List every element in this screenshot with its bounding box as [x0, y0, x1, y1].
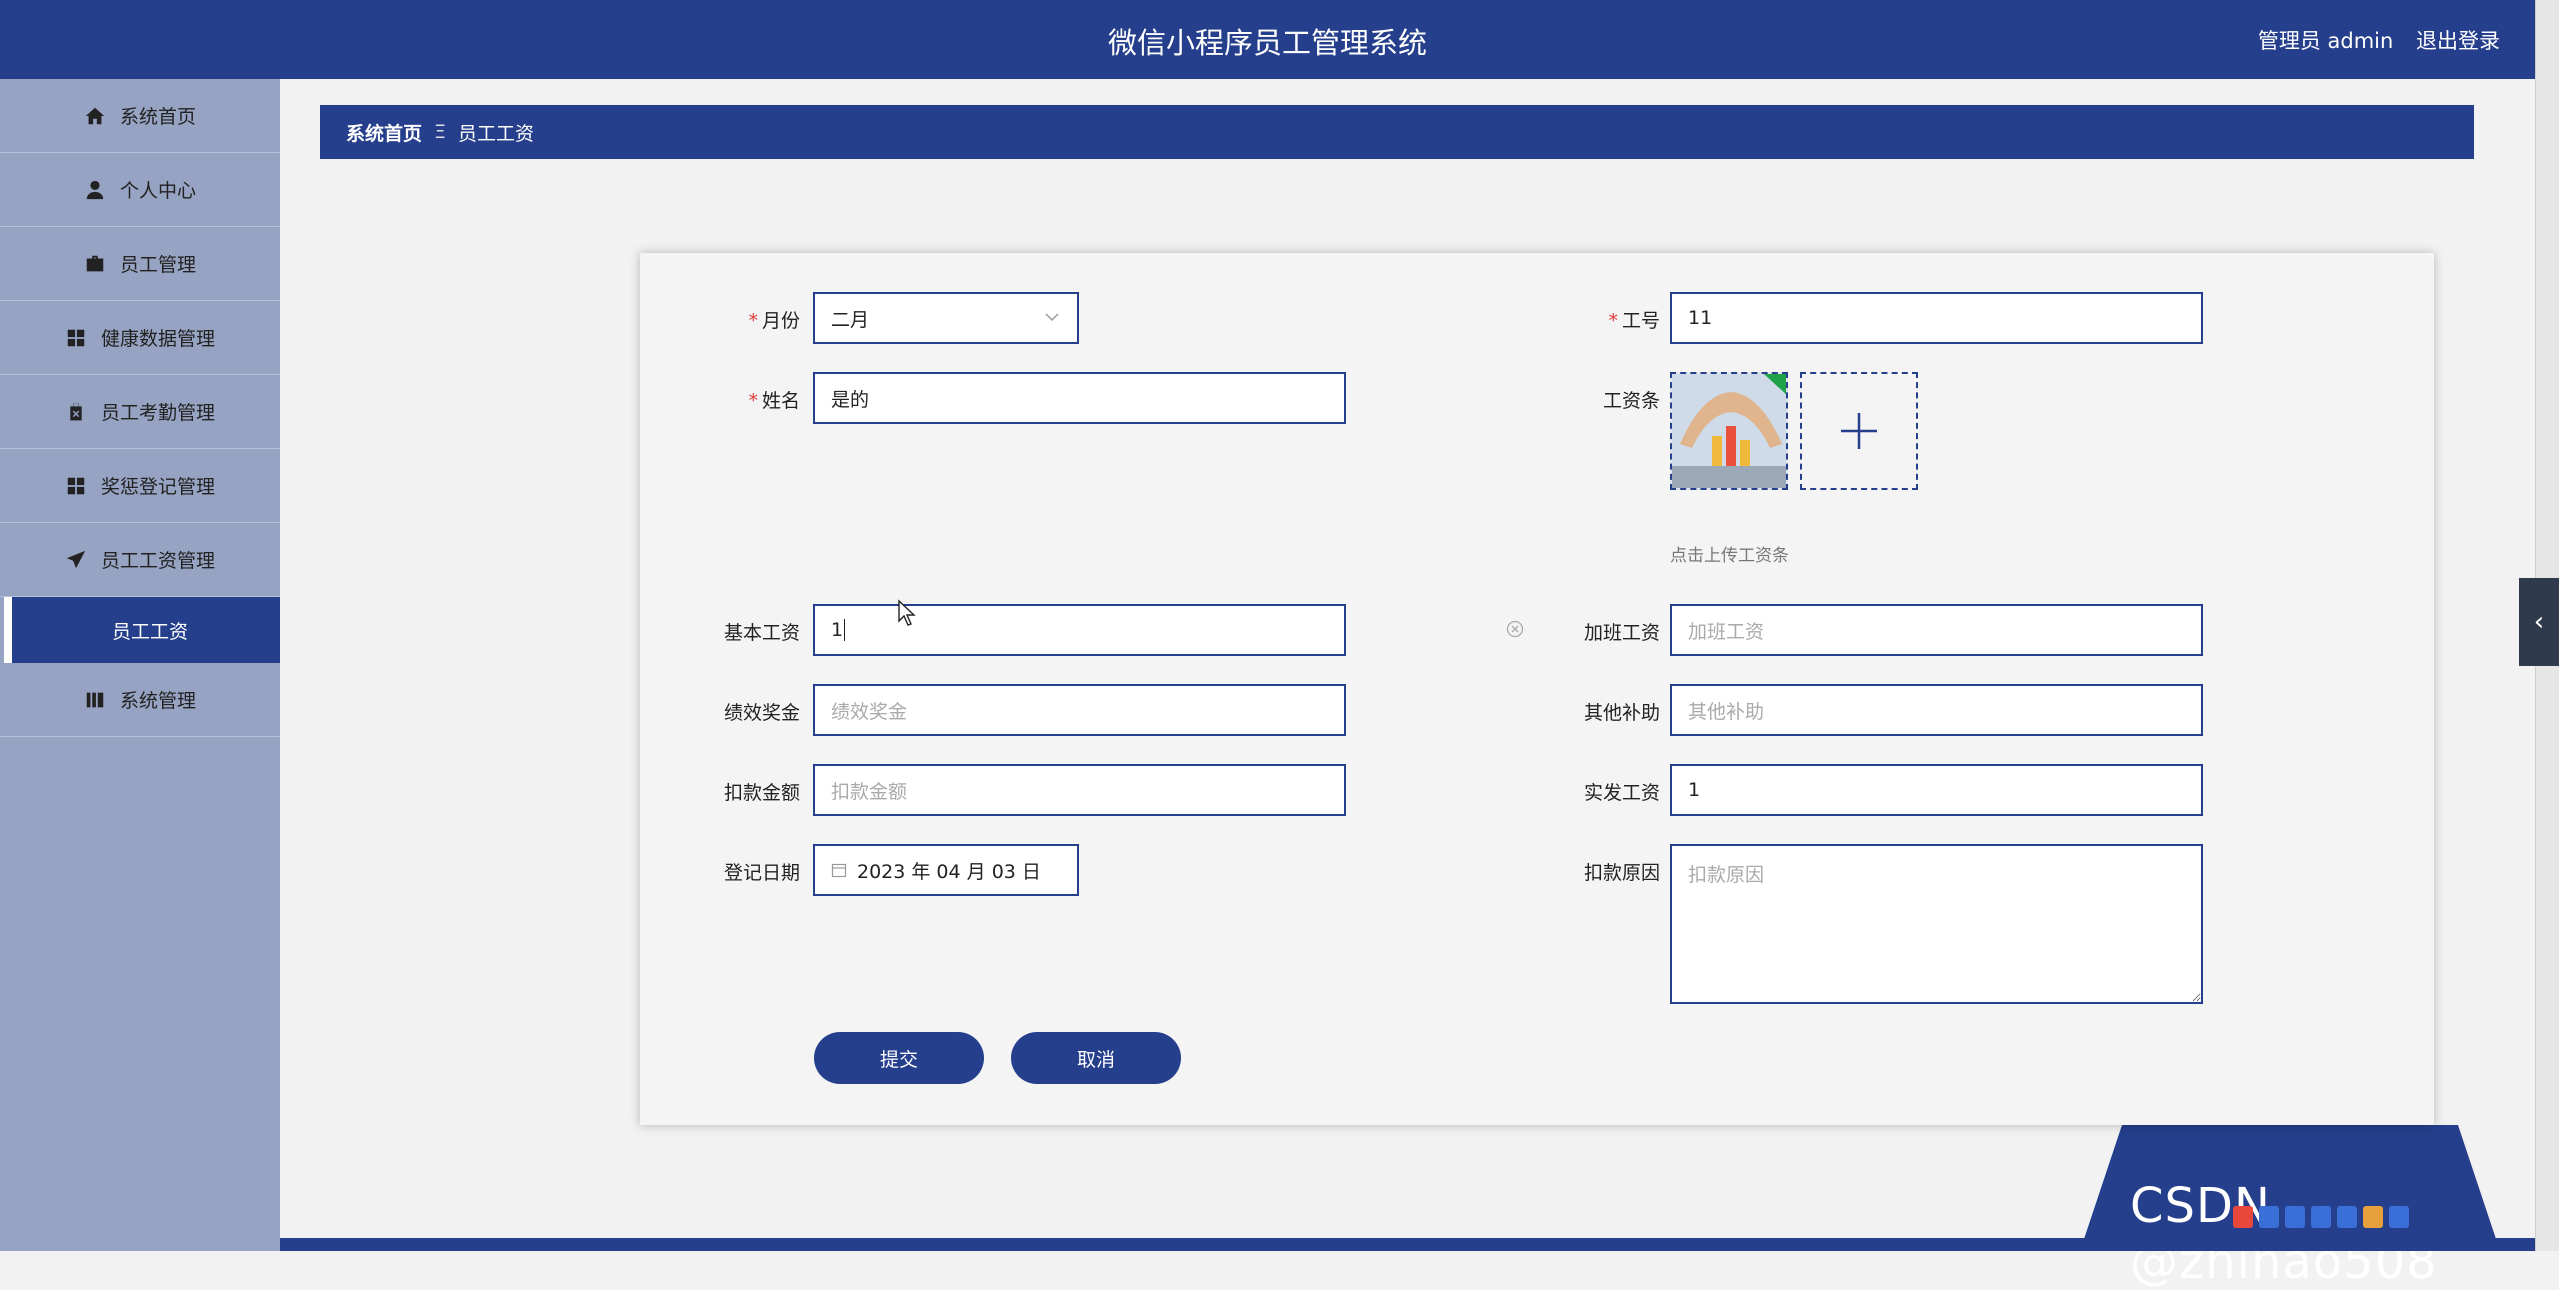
register-date-picker[interactable]: 2023 年 04 月 03 日	[813, 844, 1079, 896]
net-salary-input[interactable]: 1	[1670, 764, 2203, 816]
text-caret	[844, 619, 846, 641]
grid-icon[interactable]	[2389, 1206, 2409, 1228]
grid-icon	[67, 477, 85, 494]
emp-no-label: * 工号	[1608, 310, 1660, 332]
month-value: 二月	[831, 308, 870, 331]
emp-no-value: 11	[1688, 307, 1713, 329]
chevron-down-icon	[1045, 313, 1059, 322]
sidebar-item-label: 员工工资管理	[100, 550, 215, 572]
ime-icon[interactable]	[2259, 1206, 2279, 1228]
paper-plane-icon	[66, 550, 86, 568]
other-allowance-placeholder: 其他补助	[1688, 700, 1765, 723]
user-area: 管理员 admin 退出登录	[2242, 25, 2500, 55]
sidebar-item-rewards[interactable]: 奖惩登记管理	[0, 449, 280, 523]
register-date-value: 2023 年 04 月 03 日	[857, 860, 1041, 883]
sidebar-item-label: 个人中心	[119, 180, 196, 202]
watermark: CSDN @zhihao508	[2130, 1178, 2438, 1290]
month-select[interactable]: 二月	[813, 292, 1079, 344]
app-title: 微信小程序员工管理系统	[1107, 26, 1427, 60]
sidebar-item-system[interactable]: 系统管理	[0, 663, 280, 737]
base-salary-input[interactable]: 1	[813, 604, 1346, 656]
sidebar-item-employees[interactable]: 员工管理	[0, 227, 280, 301]
cancel-button[interactable]: 取消	[1011, 1032, 1181, 1084]
user-icon	[86, 180, 104, 199]
breadcrumb-home[interactable]: 系统首页	[346, 119, 422, 146]
net-salary-value: 1	[1688, 779, 1701, 801]
breadcrumb: 系统首页 Ξ 员工工资	[320, 105, 2474, 159]
overtime-input[interactable]: 加班工资	[1670, 604, 2203, 656]
briefcase-icon	[86, 255, 104, 271]
ime-icon[interactable]	[2285, 1206, 2305, 1228]
plus-icon	[1841, 413, 1877, 449]
logout-link[interactable]: 退出登录	[2416, 29, 2500, 53]
base-salary-label: 基本工资	[723, 622, 800, 644]
payslip-upload-button[interactable]	[1800, 372, 1918, 490]
ime-icon[interactable]	[2363, 1206, 2383, 1228]
name-input[interactable]: 是的	[813, 372, 1346, 424]
deduct-amount-placeholder: 扣款金额	[831, 780, 908, 803]
sidebar-item-attendance[interactable]: 员工考勤管理	[0, 375, 280, 449]
sidebar-item-health[interactable]: 健康数据管理	[0, 301, 280, 375]
sidebar-item-label: 员工考勤管理	[100, 402, 215, 424]
emp-no-input[interactable]: 11	[1670, 292, 2203, 344]
breadcrumb-current: 员工工资	[458, 122, 535, 145]
submit-button[interactable]: 提交	[814, 1032, 984, 1084]
salary-form: *月份 二月 *工号 11 *姓名 是的 工资条 点击上传工资条 基本工资	[640, 253, 2434, 1125]
breadcrumb-separator: Ξ	[434, 121, 447, 143]
chart-icon	[86, 692, 104, 707]
calendar-icon	[831, 863, 847, 878]
keyboard-icon[interactable]	[2337, 1206, 2357, 1228]
name-value: 是的	[831, 388, 870, 411]
sidebar-item-salary-mgmt[interactable]: 员工工资管理	[0, 523, 280, 597]
deduct-reason-label: 扣款原因	[1583, 862, 1660, 884]
sidebar-item-home[interactable]: 系统首页	[0, 79, 280, 153]
deduct-amount-label: 扣款金额	[723, 782, 800, 804]
payslip-label: 工资条	[1602, 390, 1660, 412]
sidebar-item-label: 员工管理	[119, 254, 196, 276]
home-icon	[85, 107, 105, 124]
month-label: * 月份	[748, 310, 800, 332]
payslip-image	[1672, 374, 1786, 488]
bottom-bar	[280, 1238, 2535, 1251]
sidebar-item-label: 奖惩登记管理	[100, 476, 215, 498]
mouse-cursor-icon	[898, 599, 916, 626]
name-label: * 姓名	[748, 390, 800, 412]
sidebar-item-label: 员工工资	[112, 620, 189, 643]
bonus-input[interactable]: 绩效奖金	[813, 684, 1346, 736]
other-allowance-label: 其他补助	[1583, 702, 1660, 724]
bonus-label: 绩效奖金	[723, 702, 800, 724]
admin-label: 管理员 admin	[2257, 29, 2394, 53]
overtime-placeholder: 加班工资	[1688, 620, 1765, 643]
deduct-amount-input[interactable]: 扣款金额	[813, 764, 1346, 816]
register-date-label: 登记日期	[723, 862, 800, 884]
net-salary-label: 实发工资	[1583, 782, 1660, 804]
chevron-left-icon: ‹	[2533, 607, 2545, 637]
payslip-thumbnail[interactable]	[1670, 372, 1788, 490]
sidebar: 系统首页 个人中心 员工管理 健康数据管理 员工考勤管理 奖惩登记管理 员工工资…	[0, 79, 280, 1251]
sidebar-subitem-salary[interactable]: 员工工资	[4, 597, 280, 663]
ime-tray	[2233, 1206, 2409, 1228]
bonus-placeholder: 绩效奖金	[831, 700, 908, 723]
deduct-reason-textarea[interactable]	[1670, 844, 2203, 1004]
sidebar-item-label: 健康数据管理	[100, 328, 215, 350]
overtime-label: 加班工资	[1583, 622, 1660, 644]
grid-icon	[67, 329, 85, 346]
sidebar-item-label: 系统首页	[119, 106, 196, 128]
other-allowance-input[interactable]: 其他补助	[1670, 684, 2203, 736]
payslip-hint: 点击上传工资条	[1670, 546, 1789, 566]
top-header: 微信小程序员工管理系统 管理员 admin 退出登录	[0, 0, 2535, 79]
clipboard-icon	[68, 401, 84, 422]
sidebar-item-label: 系统管理	[119, 690, 196, 712]
base-salary-value: 1	[831, 619, 844, 641]
ime-icon[interactable]	[2233, 1206, 2253, 1228]
microphone-icon[interactable]	[2311, 1206, 2331, 1228]
sidebar-item-profile[interactable]: 个人中心	[0, 153, 280, 227]
